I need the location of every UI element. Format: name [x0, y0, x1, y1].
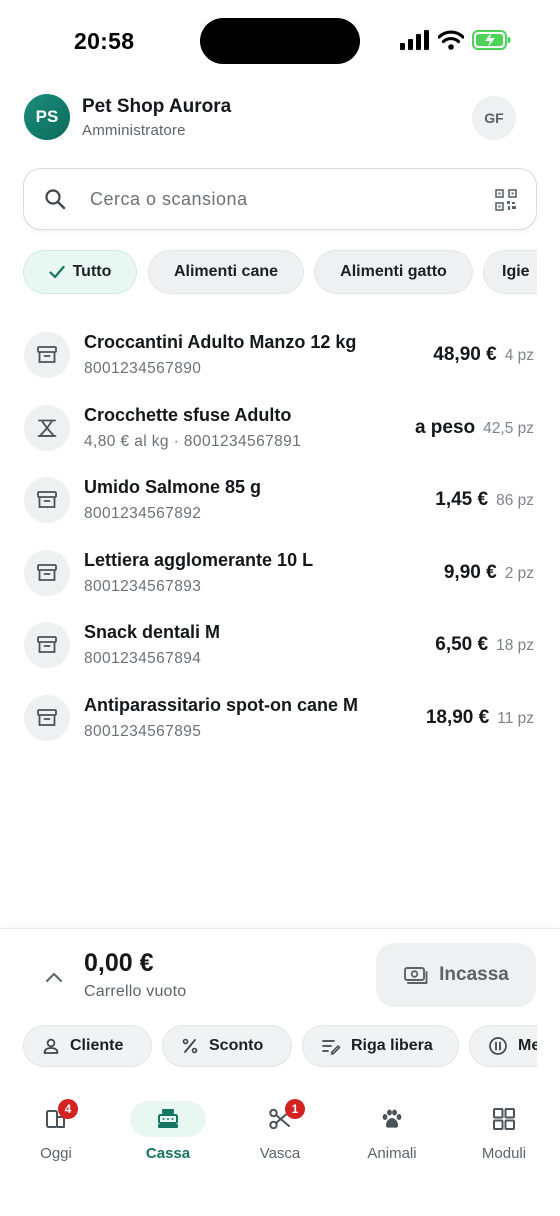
product-stock: 42,5 pz	[483, 420, 534, 437]
user-icon	[43, 1038, 59, 1054]
product-stock: 4 pz	[504, 347, 534, 364]
product-barcode: 8001234567893	[84, 578, 202, 595]
paw-icon	[382, 1109, 402, 1128]
search-icon	[45, 189, 66, 210]
action-label: Sconto	[209, 1037, 264, 1054]
action-label: Riga libera	[351, 1037, 433, 1054]
product-barcode: 8001234567892	[84, 505, 202, 522]
product-name: Umido Salmone 85 g	[84, 477, 262, 497]
product-row[interactable]: Croccantini Adulto Manzo 12 kg 800123456…	[0, 320, 560, 384]
product-barcode: 8001234567894	[84, 650, 202, 667]
product-price-per-kg: 4,80 € al kg · 8001234567891	[84, 433, 302, 450]
cart-status: Carrello vuoto	[84, 983, 187, 1000]
tab-animali[interactable]: Animali	[336, 1095, 448, 1175]
product-row[interactable]: Antiparassitario spot-on cane M 80012345…	[0, 683, 560, 747]
bottom-tab-bar: 4 Oggi Cassa 1 Vasca Animali Moduli	[0, 1095, 560, 1175]
product-price: 1,45 €	[435, 489, 489, 510]
product-name: Croccantini Adulto Manzo 12 kg	[84, 332, 357, 352]
product-row[interactable]: Snack dentali M 8001234567894 6,50 € 18 p…	[0, 610, 560, 674]
checkout-label: Incassa	[439, 964, 509, 985]
pause-circle-icon	[489, 1037, 507, 1055]
app-header: PS Pet Shop Aurora Amministratore GF	[24, 94, 536, 142]
percent-icon	[182, 1038, 198, 1054]
chip-tutto[interactable]: Tutto	[23, 250, 137, 294]
archive-box-icon	[24, 622, 70, 668]
product-name: Antiparassitario spot-on cane M	[84, 695, 359, 715]
free-line-icon	[322, 1040, 341, 1055]
category-chips: Tutto Alimenti cane Alimenti gatto Igie	[23, 250, 537, 296]
discount-button[interactable]: Sconto	[162, 1025, 292, 1067]
qr-scan-icon[interactable]	[494, 188, 518, 212]
tab-vasca[interactable]: 1 Vasca	[224, 1095, 336, 1175]
action-label: Cliente	[70, 1037, 124, 1054]
customer-button[interactable]: Cliente	[23, 1025, 152, 1067]
product-price: 18,90 €	[425, 707, 490, 728]
user-role: Amministratore	[82, 122, 186, 139]
suspend-button[interactable]: Me	[469, 1025, 537, 1067]
product-stock: 11 pz	[497, 710, 534, 727]
chip-igiene[interactable]: Igie	[483, 250, 537, 294]
chip-label: Igie	[502, 263, 530, 280]
product-stock: 2 pz	[504, 565, 534, 582]
chip-label: Tutto	[72, 263, 112, 280]
user-avatar[interactable]: GF	[472, 96, 516, 140]
tab-cassa[interactable]: Cassa	[112, 1095, 224, 1175]
cash-register-icon	[158, 1109, 178, 1128]
cash-icon	[404, 967, 428, 984]
tab-label: Oggi	[40, 1145, 72, 1162]
product-price: 48,90 €	[433, 344, 497, 365]
dynamic-island	[200, 18, 360, 64]
product-row[interactable]: Lettiera agglomerante 10 L 8001234567893…	[0, 538, 560, 602]
product-name: Snack dentali M	[84, 622, 221, 642]
shop-name: Pet Shop Aurora	[82, 96, 232, 117]
product-stock: 86 pz	[496, 492, 534, 509]
product-barcode: 8001234567890	[84, 360, 202, 377]
cart-bottom-sheet: 0,00 € Carrello vuoto Incassa Cliente Sc…	[0, 928, 560, 1216]
shop-avatar[interactable]: PS	[24, 94, 70, 140]
notification-badge: 4	[58, 1099, 78, 1119]
chip-label: Alimenti gatto	[340, 263, 447, 280]
archive-box-icon	[24, 332, 70, 378]
checkout-button[interactable]: Incassa	[376, 943, 536, 1007]
chip-alimenti-cane[interactable]: Alimenti cane	[148, 250, 304, 294]
battery-charging-icon	[472, 30, 511, 50]
product-stock: 18 pz	[496, 637, 534, 654]
product-name: Lettiera agglomerante 10 L	[84, 550, 314, 570]
status-icons	[400, 30, 512, 50]
product-price: 9,90 €	[443, 562, 497, 583]
archive-box-icon	[24, 550, 70, 596]
archive-box-icon	[24, 477, 70, 523]
tab-moduli[interactable]: Moduli	[448, 1095, 560, 1175]
signal-icon	[400, 30, 429, 50]
free-line-button[interactable]: Riga libera	[302, 1025, 459, 1067]
product-row[interactable]: Crocchette sfuse Adulto 4,80 € al kg · 8…	[0, 393, 560, 457]
tab-oggi[interactable]: 4 Oggi	[0, 1095, 112, 1175]
status-time: 20:58	[74, 28, 135, 54]
grid-icon	[493, 1108, 515, 1130]
check-icon	[48, 265, 65, 279]
search-input[interactable]	[90, 179, 470, 219]
product-price: 6,50 €	[435, 634, 489, 655]
scale-icon	[24, 405, 70, 451]
tab-label: Vasca	[259, 1145, 301, 1162]
chip-alimenti-gatto[interactable]: Alimenti gatto	[314, 250, 473, 294]
status-bar: 20:58	[0, 0, 560, 84]
tab-label: Animali	[367, 1145, 417, 1162]
expand-cart-button[interactable]	[40, 963, 68, 991]
product-name: Crocchette sfuse Adulto	[84, 405, 292, 425]
product-barcode: 8001234567895	[84, 723, 202, 740]
cart-total: 0,00 €	[84, 949, 154, 977]
product-row[interactable]: Umido Salmone 85 g 8001234567892 1,45 € 8…	[0, 465, 560, 529]
notification-badge: 1	[285, 1099, 305, 1119]
tab-label: Moduli	[481, 1145, 527, 1162]
action-label: Me	[518, 1037, 537, 1054]
product-price: a peso	[414, 417, 476, 438]
wifi-icon	[438, 30, 464, 50]
chip-label: Alimenti cane	[173, 263, 279, 280]
tab-label: Cassa	[145, 1145, 191, 1162]
search-bar	[23, 168, 537, 230]
cart-actions: Cliente Sconto Riga libera Me	[23, 1025, 537, 1069]
chevron-up-icon	[46, 973, 62, 982]
archive-box-icon	[24, 695, 70, 741]
